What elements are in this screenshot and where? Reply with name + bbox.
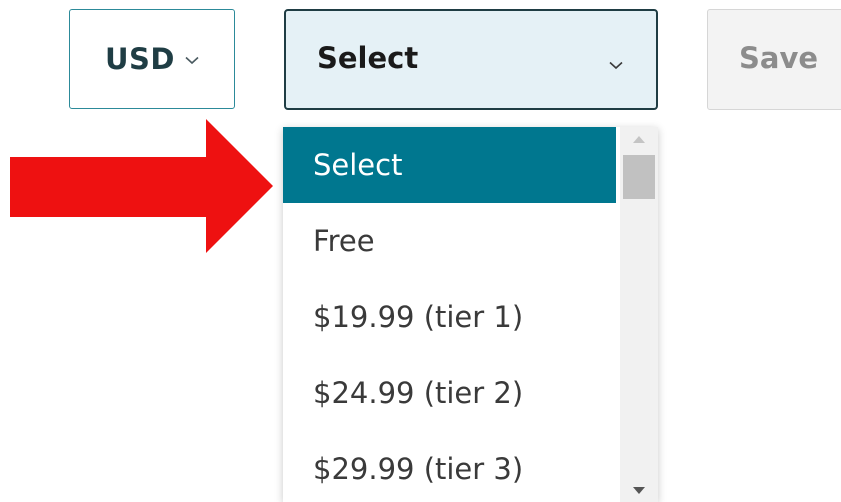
save-button[interactable]: Save [707,9,841,110]
chevron-down-icon [609,55,623,74]
option-tier-1[interactable]: $19.99 (tier 1) [283,279,616,355]
price-tier-dropdown[interactable]: Select [284,9,658,110]
scroll-up-arrow-icon[interactable] [620,127,658,151]
option-label: $24.99 (tier 2) [313,376,524,410]
option-select[interactable]: Select [283,127,616,203]
option-tier-3[interactable]: $29.99 (tier 3) [283,431,616,502]
save-button-label: Save [739,41,819,75]
scrollbar-thumb[interactable] [623,155,655,199]
currency-dropdown[interactable]: USD [69,9,235,109]
price-select-label: Select [317,41,419,75]
option-label: $19.99 (tier 1) [313,300,524,334]
chevron-down-icon [185,50,199,69]
page: USD Select Save Select Free $19.99 (tier… [0,0,841,502]
scroll-down-arrow-icon[interactable] [620,478,658,502]
option-tier-2[interactable]: $24.99 (tier 2) [283,355,616,431]
currency-label: USD [104,42,175,76]
price-tier-options-list[interactable]: Select Free $19.99 (tier 1) $24.99 (tier… [283,127,658,502]
option-free[interactable]: Free [283,203,616,279]
option-label: Free [313,224,375,258]
option-label: $29.99 (tier 3) [313,452,524,486]
option-label: Select [313,148,403,182]
red-arrow-icon [10,119,273,257]
dropdown-scrollbar[interactable] [620,127,658,502]
